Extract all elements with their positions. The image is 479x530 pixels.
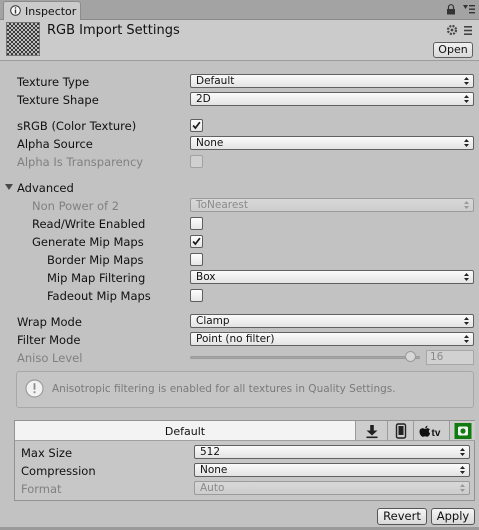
- platform-tab-apple-tv[interactable]: tv: [413, 421, 449, 441]
- non-power-of-2-dropdown: ToNearest: [190, 198, 474, 212]
- alpha-source-label: Alpha Source: [17, 137, 93, 151]
- compression-label: Compression: [21, 464, 96, 478]
- generate-mips-checkbox[interactable]: [190, 235, 203, 248]
- border-mips-label: Border Mip Maps: [47, 253, 144, 267]
- filter-mode-dropdown[interactable]: Point (no filter): [190, 332, 474, 346]
- wrap-mode-value: Clamp: [196, 315, 230, 327]
- updown-arrows-icon: [464, 335, 469, 343]
- aniso-slider-thumb: [405, 351, 416, 362]
- updown-arrows-icon: [464, 139, 469, 147]
- platform-tab-standalone[interactable]: [355, 421, 387, 441]
- max-size-dropdown[interactable]: 512: [194, 445, 470, 459]
- tab-menu-icon[interactable]: [462, 3, 476, 15]
- updown-arrows-icon: [460, 466, 465, 474]
- fadeout-mips-label: Fadeout Mip Maps: [47, 289, 151, 303]
- generate-mips-label: Generate Mip Maps: [32, 235, 144, 249]
- help-text: Anisotropic filtering is enabled for all…: [52, 383, 396, 395]
- advanced-foldout-label[interactable]: Advanced: [17, 181, 74, 195]
- updown-arrows-icon: [460, 484, 465, 492]
- texture-shape-dropdown[interactable]: 2D: [190, 92, 474, 106]
- format-dropdown: Auto: [194, 481, 470, 495]
- texture-type-dropdown[interactable]: Default: [190, 74, 474, 88]
- updown-arrows-icon: [460, 448, 465, 456]
- fadeout-mips-checkbox[interactable]: [190, 289, 203, 302]
- alpha-transparency-label: Alpha Is Transparency: [17, 155, 144, 169]
- compression-dropdown[interactable]: None: [194, 463, 470, 477]
- compression-value: None: [200, 464, 228, 476]
- checkmark-icon: [192, 237, 201, 246]
- updown-arrows-icon: [464, 77, 469, 85]
- apple-tv-text: tv: [432, 428, 441, 439]
- max-size-label: Max Size: [21, 446, 73, 460]
- non-power-of-2-value: ToNearest: [196, 199, 248, 211]
- srgb-checkbox[interactable]: [190, 119, 203, 132]
- max-size-value: 512: [200, 446, 221, 458]
- texture-type-label: Texture Type: [17, 75, 90, 89]
- filter-mode-value: Point (no filter): [196, 333, 275, 345]
- alpha-source-dropdown[interactable]: None: [190, 136, 474, 150]
- mip-filtering-label: Mip Map Filtering: [47, 271, 146, 285]
- platform-tab-mobile[interactable]: [387, 421, 413, 441]
- open-button[interactable]: Open: [433, 42, 473, 58]
- wrap-mode-dropdown[interactable]: Clamp: [190, 314, 474, 328]
- tab-inspector[interactable]: Inspector: [3, 1, 81, 20]
- foldout-arrow-icon[interactable]: [5, 183, 13, 191]
- format-label: Format: [21, 482, 62, 496]
- updown-arrows-icon: [464, 201, 469, 209]
- texture-thumbnail: [6, 22, 40, 56]
- alpha-source-value: None: [196, 137, 224, 149]
- texture-shape-value: 2D: [196, 93, 211, 105]
- alpha-transparency-checkbox: [190, 155, 203, 168]
- texture-shape-label: Texture Shape: [17, 93, 99, 107]
- aniso-slider-track: [190, 356, 420, 359]
- aniso-level-field: 16: [426, 350, 474, 365]
- phone-icon: [395, 423, 407, 439]
- settings-gear-icon[interactable]: [446, 24, 458, 36]
- read-write-label: Read/Write Enabled: [32, 217, 146, 231]
- platform-tab-xbox[interactable]: [449, 421, 475, 441]
- filter-mode-label: Filter Mode: [17, 333, 81, 347]
- border-mips-checkbox[interactable]: [190, 253, 203, 266]
- updown-arrows-icon: [464, 95, 469, 103]
- revert-button[interactable]: Revert: [377, 508, 427, 525]
- mip-filtering-dropdown[interactable]: Box: [190, 270, 474, 284]
- updown-arrows-icon: [464, 317, 469, 325]
- asset-title: RGB Import Settings: [47, 23, 180, 38]
- context-menu-icon[interactable]: [462, 25, 474, 36]
- wrap-mode-label: Wrap Mode: [17, 315, 82, 329]
- texture-type-value: Default: [196, 75, 235, 87]
- srgb-label: sRGB (Color Texture): [17, 119, 137, 133]
- apply-button[interactable]: Apply: [431, 508, 475, 525]
- non-power-of-2-label: Non Power of 2: [32, 199, 120, 213]
- format-value: Auto: [200, 482, 225, 494]
- xbox-icon: [454, 423, 472, 439]
- mip-filtering-value: Box: [196, 271, 216, 283]
- updown-arrows-icon: [464, 273, 469, 281]
- info-icon: [25, 379, 44, 398]
- checkmark-icon: [192, 121, 201, 130]
- read-write-checkbox[interactable]: [190, 217, 203, 230]
- apple-tv-icon: tv: [419, 425, 441, 439]
- inspector-info-icon: [10, 5, 21, 16]
- tab-label: Inspector: [25, 5, 77, 18]
- lock-icon[interactable]: [446, 4, 456, 15]
- platform-tab-label: Default: [164, 425, 206, 438]
- aniso-level-label: Aniso Level: [17, 351, 83, 365]
- download-icon: [366, 425, 378, 439]
